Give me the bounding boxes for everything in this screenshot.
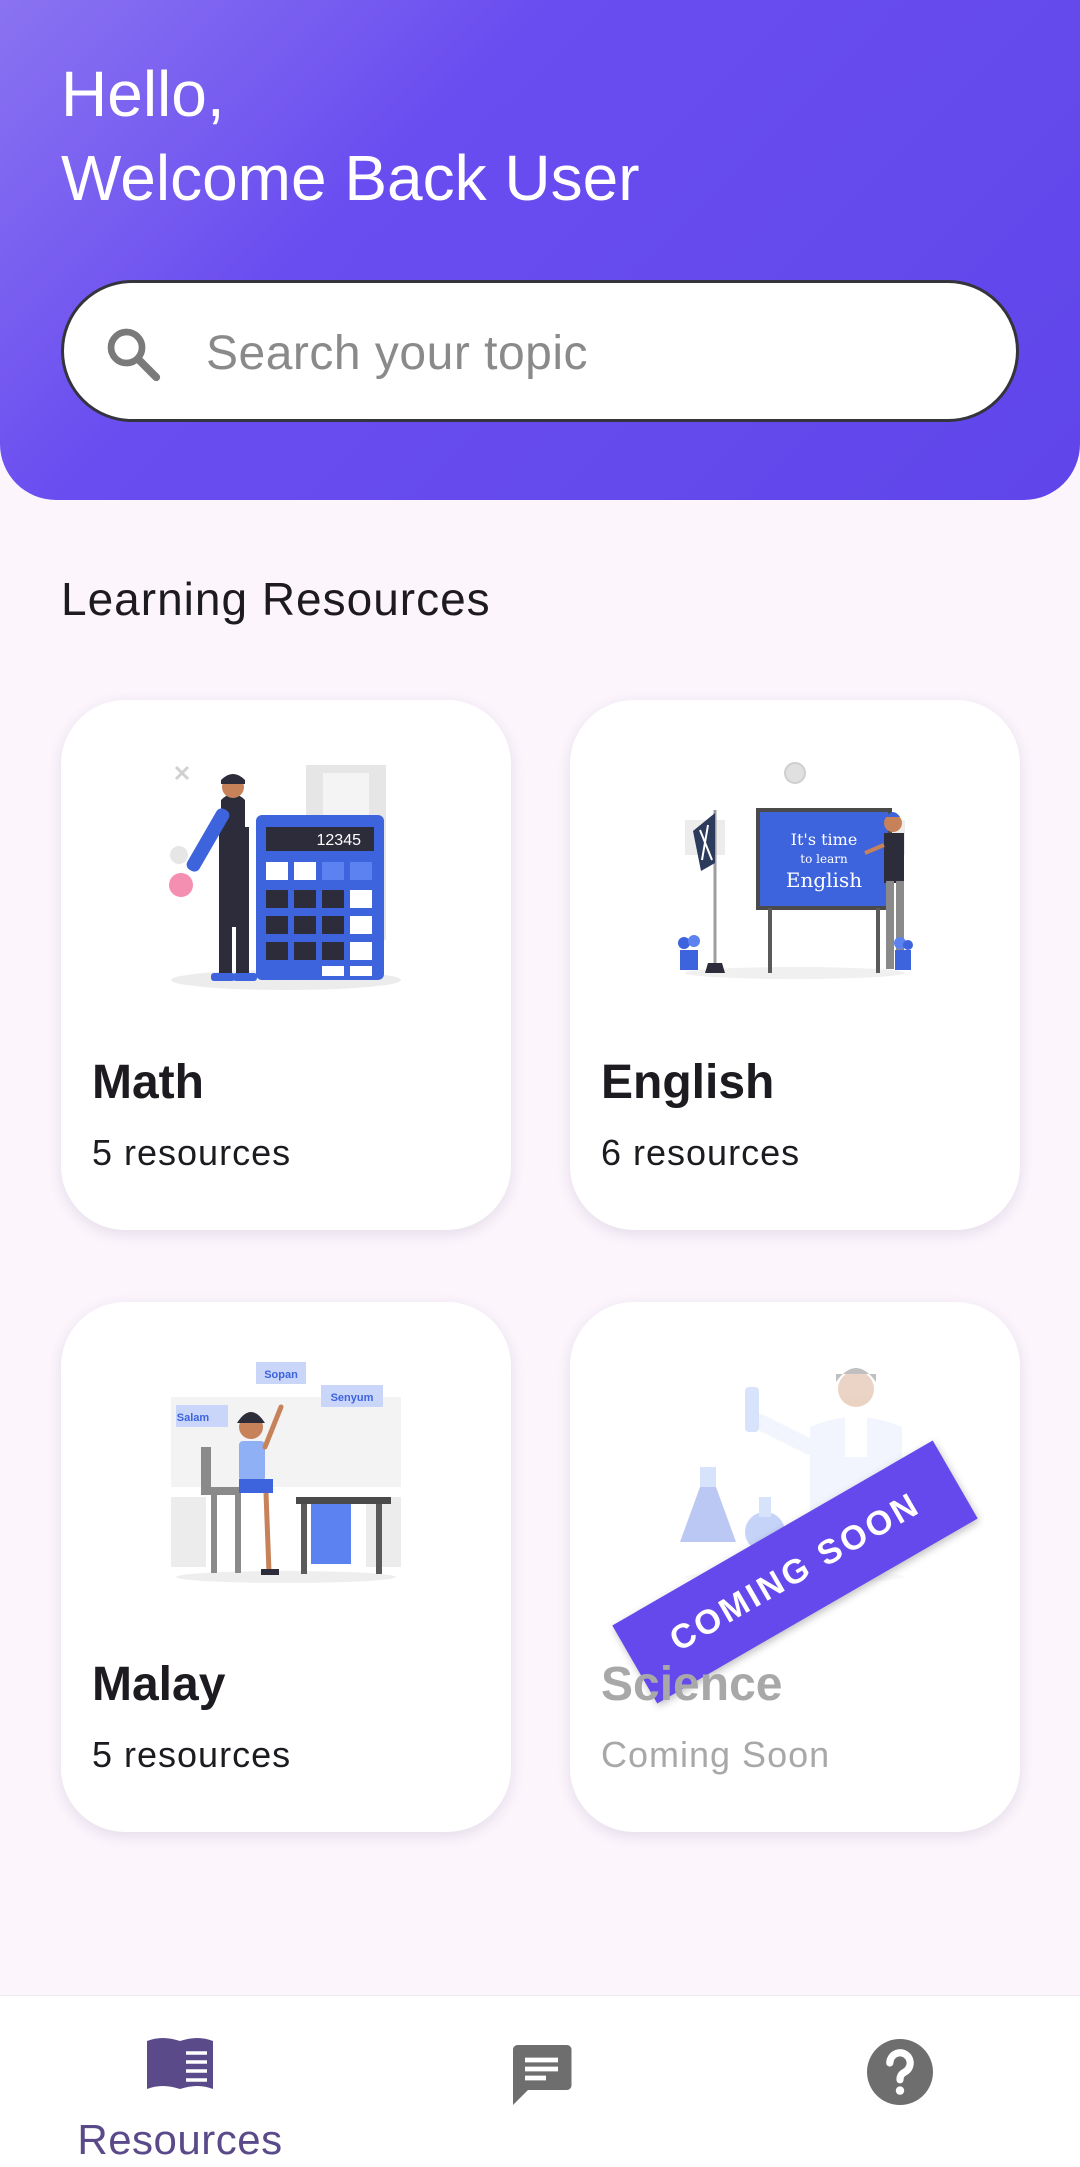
nav-help[interactable] (720, 1996, 1080, 2167)
card-subtitle: Coming Soon (601, 1734, 831, 1775)
greeting-line-2: Welcome Back User (61, 142, 640, 214)
card-english[interactable]: It's time to learn English English 6 res… (570, 700, 1020, 1230)
card-title: Math (92, 1056, 204, 1109)
search-input[interactable]: Search your topic (61, 280, 1019, 422)
card-title: Malay (92, 1658, 226, 1711)
bubble-salam: Salam (177, 1412, 210, 1424)
book-icon (147, 2038, 213, 2089)
section-title: Learning Resources (61, 573, 491, 625)
card-subtitle: 6 resources (601, 1132, 801, 1173)
math-calculator-illustration: 12345 (169, 765, 401, 990)
chat-icon (513, 2045, 572, 2105)
svg-text:It's time: It's time (791, 830, 858, 849)
nav-resources[interactable]: Resources (0, 1996, 360, 2167)
english-classroom-illustration: It's time to learn English (678, 762, 913, 979)
card-math[interactable]: 12345 Math 5 resources (61, 700, 511, 1230)
bubble-sopan: Sopan (264, 1369, 298, 1381)
card-title: Science (601, 1658, 783, 1711)
greeting-line-1: Hello, (61, 58, 225, 130)
bottom-nav: Resources (0, 1995, 1080, 2167)
svg-text:to learn: to learn (800, 852, 848, 866)
calc-display: 12345 (317, 832, 362, 849)
card-title: English (601, 1056, 775, 1109)
card-subtitle: 5 resources (92, 1132, 292, 1173)
malay-student-illustration: Sopan Salam Senyum (171, 1362, 401, 1583)
card-science: COMING SOON Science Coming Soon (570, 1302, 1020, 1832)
header: Hello, Welcome Back User Search your top… (0, 0, 1080, 500)
card-subtitle: 5 resources (92, 1734, 292, 1775)
help-icon (867, 2039, 933, 2105)
search-placeholder: Search your topic (206, 327, 589, 380)
search-icon (107, 328, 161, 382)
svg-text:English: English (786, 868, 862, 892)
nav-label-resources: Resources (77, 2116, 283, 2163)
card-malay[interactable]: Sopan Salam Senyum Malay 5 resources (61, 1302, 511, 1832)
greeting: Hello, Welcome Back User (61, 52, 640, 220)
nav-chat[interactable] (360, 1996, 720, 2167)
learning-app-screen: Hello, Welcome Back User Search your top… (0, 0, 1080, 2167)
bubble-senyum: Senyum (331, 1392, 374, 1404)
